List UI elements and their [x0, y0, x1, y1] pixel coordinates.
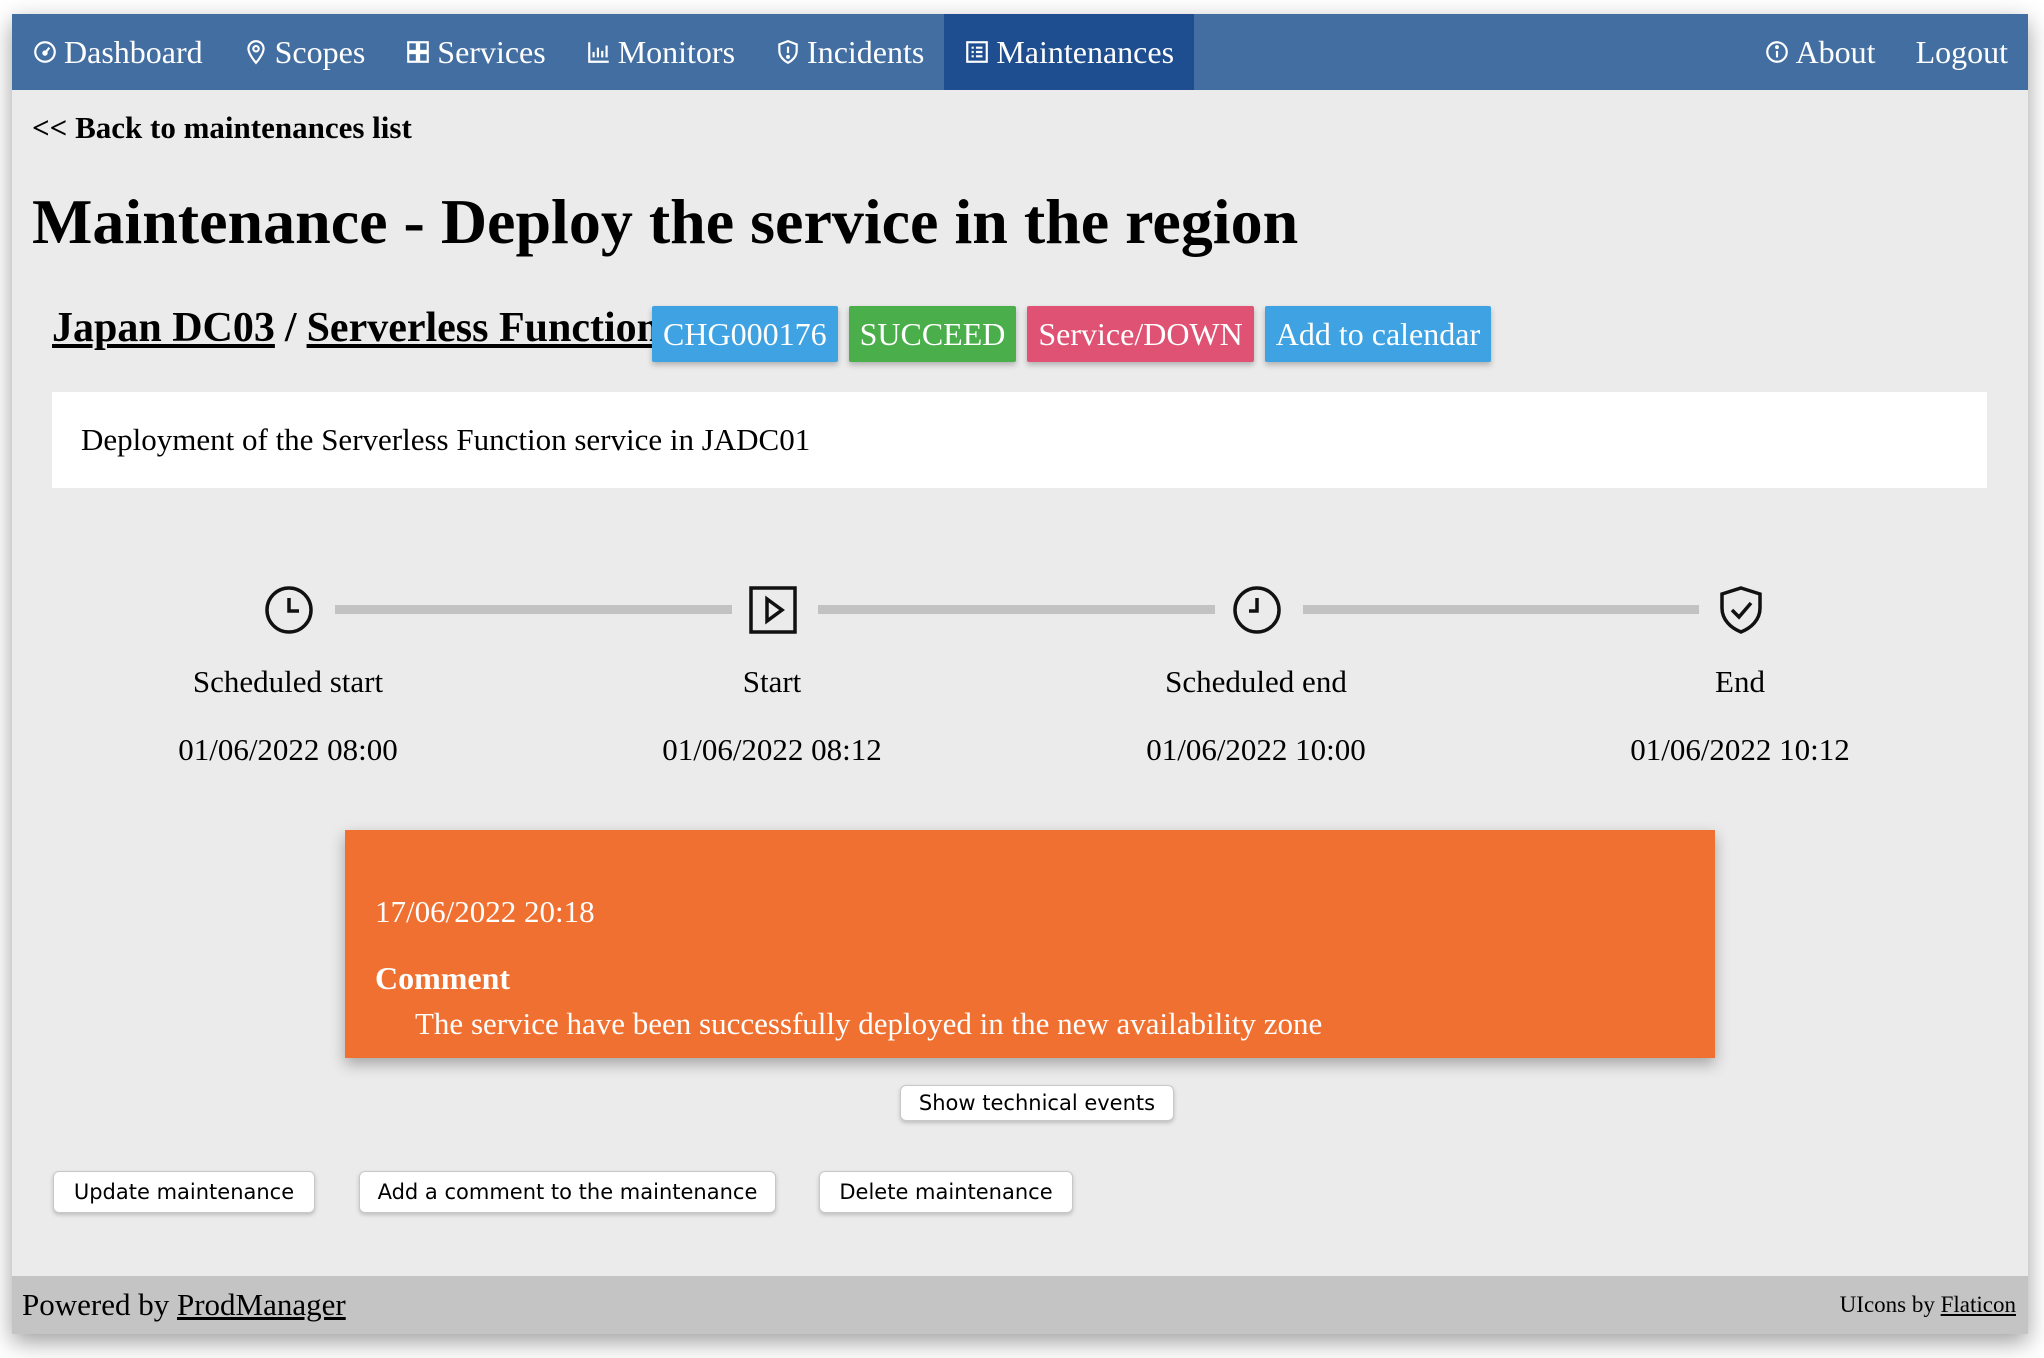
- shield-check-icon: [1720, 586, 1762, 634]
- comment-title: Comment: [375, 960, 511, 996]
- timeline-label: End: [1715, 664, 1765, 699]
- grid-icon: [407, 41, 430, 63]
- show-technical-events-button[interactable]: Show technical events: [900, 1085, 1174, 1121]
- prodmanager-link[interactable]: ProdManager: [177, 1287, 346, 1322]
- timeline-date: 01/06/2022 10:12: [1630, 732, 1850, 767]
- nav-dashboard-label: Dashboard: [64, 33, 203, 70]
- badges: CHG000176 SUCCEED Service/DOWN Add to ca…: [652, 306, 1502, 362]
- back-to-list-link[interactable]: << Back to maintenances list: [32, 110, 412, 146]
- clock-icon: [1233, 586, 1281, 634]
- breadcrumb: Japan DC03 / Serverless Function: [52, 304, 660, 352]
- add-to-calendar-button[interactable]: Add to calendar: [1264, 306, 1492, 362]
- footer: Powered by ProdManager UIcons by Flatico…: [12, 1276, 2028, 1334]
- timeline-connector: [335, 605, 732, 614]
- info-icon: [1765, 41, 1788, 63]
- nav-monitors[interactable]: Monitors: [566, 14, 755, 90]
- timeline-label: Start: [742, 664, 802, 699]
- nav-about-label: About: [1795, 33, 1876, 70]
- nav-logout-label: Logout: [1915, 33, 2008, 70]
- page-title: Maintenance - Deploy the service in the …: [32, 186, 1299, 257]
- add-comment-button[interactable]: Add a comment to the maintenance: [359, 1171, 776, 1213]
- update-maintenance-button[interactable]: Update maintenance: [53, 1171, 315, 1213]
- nav-about[interactable]: About: [1744, 14, 1896, 90]
- delete-maintenance-button[interactable]: Delete maintenance: [819, 1171, 1073, 1213]
- comment-card: 17/06/2022 20:18 Comment The service hav…: [345, 830, 1715, 1058]
- nav-incidents[interactable]: Incidents: [755, 14, 944, 90]
- timeline-date: 01/06/2022 08:00: [178, 732, 398, 767]
- description-box: Deployment of the Serverless Function se…: [52, 392, 1987, 488]
- navbar: Dashboard Scopes Services Monitors Incid…: [12, 14, 2028, 90]
- nav-monitors-label: Monitors: [617, 33, 736, 70]
- service-link[interactable]: Serverless Function: [307, 304, 660, 352]
- nav-maintenances-label: Maintenances: [996, 33, 1175, 70]
- breadcrumb-separator: /: [284, 305, 297, 351]
- flaticon-link[interactable]: Flaticon: [1941, 1292, 2016, 1317]
- shield-alert-icon: [778, 40, 798, 65]
- timeline-date: 01/06/2022 10:00: [1146, 732, 1366, 767]
- chart-icon: [587, 42, 609, 63]
- list-icon: [966, 41, 989, 63]
- timeline-connector: [1303, 605, 1699, 614]
- nav-scopes-label: Scopes: [274, 33, 366, 70]
- nav-dashboard[interactable]: Dashboard: [12, 14, 223, 90]
- nav-services[interactable]: Services: [385, 14, 565, 90]
- gauge-icon: [34, 41, 56, 63]
- footer-powered-by: Powered by ProdManager: [22, 1287, 346, 1323]
- scope-link[interactable]: Japan DC03: [52, 304, 275, 352]
- app-window: Dashboard Scopes Services Monitors Incid…: [12, 14, 2028, 1334]
- description-text: Deployment of the Serverless Function se…: [81, 422, 811, 457]
- timeline-label: Scheduled start: [192, 664, 384, 699]
- clock-icon: [265, 586, 313, 634]
- timeline-label: Scheduled end: [1165, 664, 1347, 699]
- icons-by-text: UIcons by: [1839, 1292, 1935, 1317]
- play-icon: [749, 586, 797, 634]
- location-pin-icon: [246, 40, 265, 65]
- nav-incidents-label: Incidents: [807, 33, 925, 70]
- footer-icons-credit: UIcons by Flaticon: [1840, 1292, 2016, 1318]
- impact-badge: Service/DOWN: [1027, 306, 1254, 362]
- timeline-connector: [818, 605, 1215, 614]
- comment-text: The service have been successfully deplo…: [415, 1006, 1323, 1041]
- nav-maintenances[interactable]: Maintenances: [944, 14, 1195, 90]
- powered-by-text: Powered by: [22, 1287, 170, 1322]
- status-badge: SUCCEED: [848, 306, 1017, 362]
- nav-scopes[interactable]: Scopes: [223, 14, 386, 90]
- comment-date: 17/06/2022 20:18: [375, 894, 595, 929]
- nav-logout[interactable]: Logout: [1896, 14, 2028, 90]
- timeline-date: 01/06/2022 08:12: [662, 732, 882, 767]
- nav-services-label: Services: [437, 33, 546, 70]
- change-id-badge[interactable]: CHG000176: [652, 306, 838, 362]
